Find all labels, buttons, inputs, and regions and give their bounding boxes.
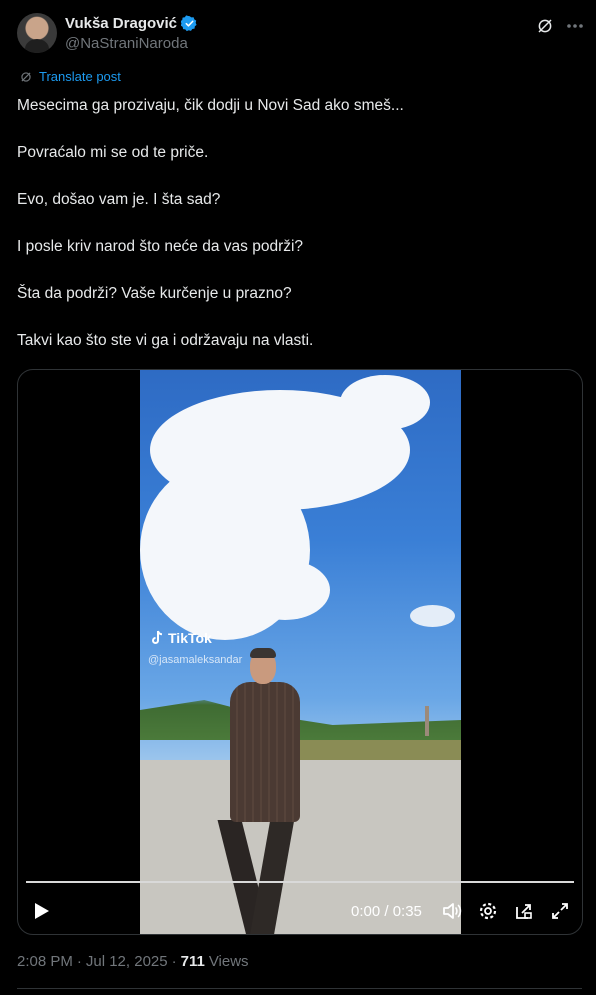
tiktok-watermark: TikTok [150,630,212,646]
tiktok-label: TikTok [168,630,212,646]
tweet-line: I posle kriv narod što neće da vas podrž… [17,238,304,255]
tiktok-handle: @jasamaleksandar [148,654,243,666]
play-icon[interactable] [30,900,52,922]
chimney [425,706,429,736]
views-count: 711 [180,953,205,970]
tweet-line: Šta da podrži? Vaše kurčenje u prazno? [17,285,292,302]
translate-post-label: Translate post [39,69,121,84]
hair [250,648,276,658]
post-meta: 2:08 PM · Jul 12, 2025 · 711 Views [17,953,249,970]
volume-icon[interactable] [442,901,462,921]
video-time: 0:00 / 0:35 [351,903,422,920]
post-date[interactable]: Jul 12, 2025 [86,953,168,970]
tweet-line: Evo, došao vam je. I šta sad? [17,191,221,208]
author-handle[interactable]: @NaStraniNaroda [65,35,188,52]
more-icon[interactable] [564,15,586,37]
jacket [230,682,300,822]
video-controls: 0:00 / 0:35 [18,894,582,930]
cloud [410,605,455,627]
meta-separator: · [171,953,177,970]
walking-man [217,648,330,934]
video-frame[interactable]: TikTok @jasamaleksandar [140,370,461,934]
divider [17,988,582,989]
avatar[interactable] [17,13,57,53]
cloud [340,375,430,430]
meta-separator: · [76,953,82,970]
post-time[interactable]: 2:08 PM [17,953,73,970]
translate-icon [21,71,31,82]
cloud [260,570,320,610]
settings-icon[interactable] [478,901,498,921]
post-header: Vukša Dragović @NaStraniNaroda [17,13,586,57]
tweet-text: Mesecima ga prozivaju, čik dodji u Novi … [17,96,582,378]
tweet-line: Povraćalo mi se od te priče. [17,144,209,161]
author-display-name[interactable]: Vukša Dragović [65,15,177,32]
grok-icon[interactable] [536,17,554,35]
fullscreen-icon[interactable] [550,901,570,921]
author-name-row: Vukša Dragović [65,15,198,32]
views-label: Views [208,953,249,970]
tiktok-icon [152,630,163,644]
tweet-line: Mesecima ga prozivaju, čik dodji u Novi … [17,97,404,114]
video-progress-bar[interactable] [26,881,574,883]
tweet-line: Takvi kao što ste vi ga i održavaju na v… [17,332,314,349]
translate-post-link[interactable]: Translate post [19,69,121,84]
verified-icon [181,15,197,32]
pip-icon[interactable] [514,901,534,921]
video-player[interactable]: TikTok @jasamaleksandar 0:00 / 0:35 [17,369,583,935]
